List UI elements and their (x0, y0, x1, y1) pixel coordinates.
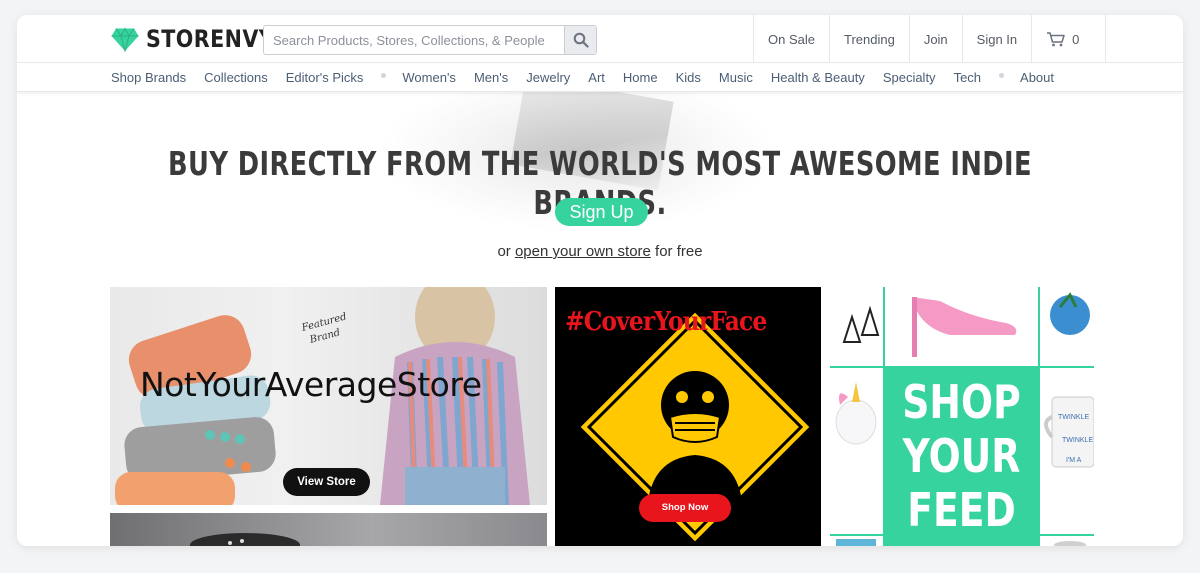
category-collections[interactable]: Collections (204, 70, 268, 85)
view-store-button[interactable]: View Store (283, 468, 370, 496)
mug-text: TWINKLE (1062, 437, 1093, 444)
category-music[interactable]: Music (719, 70, 753, 85)
category-mens[interactable]: Men's (474, 70, 508, 85)
category-health-beauty[interactable]: Health & Beauty (771, 70, 865, 85)
mug-text: I'M A (1066, 457, 1082, 464)
sign-in-link[interactable]: Sign In (963, 15, 1033, 63)
category-about[interactable]: About (1020, 70, 1054, 85)
shop-your-feed-banner[interactable]: SHOP YOUR FEED (884, 367, 1039, 546)
cart-icon (1047, 32, 1065, 47)
category-shop-brands[interactable]: Shop Brands (111, 70, 186, 85)
cart-count: 0 (1072, 31, 1080, 47)
category-separator-dot (999, 73, 1005, 78)
category-womens[interactable]: Women's (402, 70, 456, 85)
feed-text-line: FEED (907, 483, 1016, 537)
search-input[interactable] (264, 26, 564, 54)
open-store-link[interactable]: open your own store (515, 243, 651, 260)
featured-store-tile[interactable]: Featured Brand NotYourAverageStore View … (110, 287, 547, 505)
category-kids[interactable]: Kids (676, 70, 701, 85)
feed-text-line: SHOP (902, 375, 1021, 429)
trending-link[interactable]: Trending (830, 15, 910, 63)
search-icon (573, 32, 589, 48)
join-link[interactable]: Join (910, 15, 963, 63)
logo-wordmark: STORENVY (146, 25, 275, 53)
category-bar: Shop Brands Collections Editor's Picks W… (17, 63, 1183, 92)
store-photo (190, 533, 300, 546)
category-editors-picks[interactable]: Editor's Picks (286, 70, 364, 85)
search-bar (263, 25, 597, 55)
feed-text-line: YOUR (902, 429, 1021, 483)
category-separator-dot (381, 73, 387, 78)
cart-button[interactable]: 0 (1032, 15, 1107, 63)
category-specialty[interactable]: Specialty (883, 70, 936, 85)
shop-now-button[interactable]: Shop Now (639, 494, 731, 522)
category-tech[interactable]: Tech (954, 70, 981, 85)
category-jewelry[interactable]: Jewelry (526, 70, 570, 85)
browser-page: STORENVY On Sale Trending Join Sign In (17, 15, 1183, 546)
on-sale-link[interactable]: On Sale (754, 15, 830, 63)
search-button[interactable] (564, 26, 596, 54)
hashtag-label: #CoverYourFace (565, 307, 767, 337)
shop-your-feed-tile[interactable]: TWINKLE TWINKLE I'M A SHOP YOUR FEED (830, 287, 1094, 546)
hero-section: BUY DIRECTLY FROM THE WORLD'S MOST AWESO… (17, 92, 1183, 292)
category-art[interactable]: Art (588, 70, 605, 85)
sign-up-button[interactable]: Sign Up (555, 198, 648, 226)
mug-text: TWINKLE (1058, 414, 1089, 421)
hero-subline: or open your own store for free (17, 243, 1183, 260)
featured-store-tile[interactable]: #CoverYourFace Shop Now (555, 287, 821, 546)
store-tile-preview[interactable] (110, 513, 547, 546)
top-navigation: STORENVY On Sale Trending Join Sign In (17, 15, 1183, 63)
account-links: On Sale Trending Join Sign In 0 (753, 15, 1107, 63)
category-home[interactable]: Home (623, 70, 658, 85)
subline-suffix: for free (650, 243, 703, 260)
subline-prefix: or (497, 243, 515, 260)
gem-heart-icon (111, 27, 139, 52)
store-name-label: NotYourAverageStore (140, 365, 482, 404)
